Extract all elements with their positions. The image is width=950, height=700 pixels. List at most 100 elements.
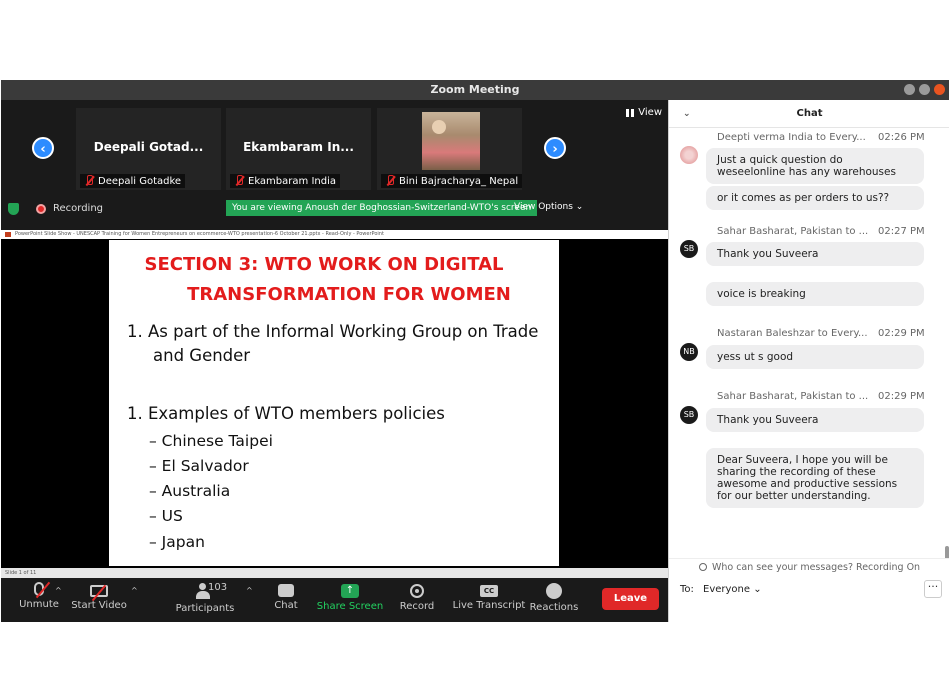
chat-icon: [278, 584, 294, 597]
slide-sub-item: – US: [149, 507, 183, 525]
message-sender: Deepti verma India to Every...: [717, 132, 866, 143]
slide-sub-item: – Australia: [149, 482, 231, 500]
participant-label-text: Bini Bajracharya_ Nepal: [399, 175, 519, 187]
microphone-icon: [34, 581, 51, 599]
slide-bullet: 1. Examples of WTO members policies: [127, 404, 445, 423]
record-label: Record: [399, 601, 435, 612]
message-meta: Sahar Basharat, Pakistan to ... 02:27 PM: [717, 226, 925, 237]
participant-photo: [422, 112, 480, 170]
share-screen-button[interactable]: ↑ Share Screen: [315, 582, 385, 612]
slide: SECTION 3: WTO WORK ON DIGITAL TRANSFORM…: [109, 240, 559, 566]
reactions-label: Reactions: [529, 602, 579, 613]
chat-header: ⌄ Chat: [669, 100, 949, 128]
participants-label: Participants: [175, 603, 235, 614]
window-title: Zoom Meeting: [430, 83, 520, 96]
view-button-label: View: [638, 107, 662, 118]
slide-sub-item: – Japan: [149, 533, 205, 551]
avatar: [680, 146, 698, 164]
message-time: 02:29 PM: [878, 328, 925, 339]
recording-icon: [36, 204, 46, 214]
ppt-titlebar: PowerPoint Slide Show - UNESCAP Training…: [1, 230, 668, 239]
who-can-see-text: Who can see your messages? Recording On: [711, 562, 921, 573]
start-video-label: Start Video: [71, 600, 127, 611]
more-options-button[interactable]: ···: [924, 580, 942, 598]
participants-button[interactable]: 103 Participants: [170, 582, 240, 614]
grid-icon: [626, 108, 635, 117]
chevron-down-icon[interactable]: ⌄: [683, 100, 691, 128]
participant-label-text: Deepali Gotadke: [98, 175, 182, 187]
reactions-button[interactable]: Reactions: [519, 582, 589, 613]
message-bubble: Dear Suveera, I hope you will be sharing…: [706, 448, 924, 508]
shield-icon[interactable]: [8, 203, 19, 215]
slide-sub-item: – Chinese Taipei: [149, 432, 273, 450]
message-bubble: Thank you Suveera: [706, 242, 924, 266]
close-button[interactable]: [934, 84, 945, 95]
chat-scrollbar[interactable]: [945, 546, 949, 558]
participant-label: Bini Bajracharya_ Nepal: [381, 174, 523, 188]
record-button[interactable]: Record: [382, 582, 452, 612]
slide-bullet: 1. As part of the Informal Working Group…: [127, 322, 539, 341]
avatar: SB: [680, 240, 698, 258]
message-bubble: yess ut s good: [706, 345, 924, 369]
participant-name: Ekambaram In...: [243, 140, 354, 154]
participant-label: Ekambaram India: [230, 174, 340, 188]
slide-sub-item: – El Salvador: [149, 457, 249, 475]
ppt-statusbar: Slide 1 of 11: [1, 568, 668, 578]
gallery-next-button[interactable]: ›: [544, 137, 566, 159]
audio-options-caret[interactable]: ^: [55, 586, 62, 595]
start-video-button[interactable]: Start Video: [64, 582, 134, 611]
chat-messages[interactable]: Deepti verma India to Every... 02:26 PM …: [669, 128, 949, 558]
video-tile[interactable]: Ekambaram In... Ekambaram India: [226, 108, 371, 190]
chat-label: Chat: [274, 600, 298, 611]
view-button[interactable]: View: [626, 107, 662, 118]
mic-muted-icon: [234, 175, 244, 187]
slide-bullet-cont: and Gender: [153, 346, 251, 365]
mic-muted-icon: [385, 175, 395, 187]
video-gallery: ‹ Deepali Gotad... Deepali Gotadke Ekamb…: [1, 100, 668, 230]
window-controls: [904, 84, 945, 95]
message-meta: Deepti verma India to Every... 02:26 PM: [717, 132, 925, 143]
message-sender: Sahar Basharat, Pakistan to ...: [717, 226, 869, 237]
message-time: 02:29 PM: [878, 391, 925, 402]
chat-recipient-row: To: Everyone ⌄ ···: [669, 580, 949, 600]
minimize-button[interactable]: [904, 84, 915, 95]
closed-caption-icon: CC: [480, 585, 498, 597]
message-meta: Sahar Basharat, Pakistan to ... 02:29 PM: [717, 391, 925, 402]
leave-button[interactable]: Leave: [602, 588, 659, 610]
message-bubble: voice is breaking: [706, 282, 924, 306]
view-options-button[interactable]: View Options ⌄: [514, 202, 583, 212]
viewing-banner: You are viewing Anoush der Boghossian-Sw…: [226, 200, 538, 216]
share-screen-label: Share Screen: [316, 601, 384, 612]
recipient-select[interactable]: Everyone ⌄: [699, 582, 766, 597]
participant-label-text: Ekambaram India: [248, 175, 336, 187]
slide-title-line1: SECTION 3: WTO WORK ON DIGITAL: [144, 254, 504, 275]
who-can-see-link[interactable]: Who can see your messages? Recording On: [669, 558, 949, 576]
message-meta: Nastaran Baleshzar to Every... 02:29 PM: [717, 328, 925, 339]
avatar: NB: [680, 343, 698, 361]
slide-title: SECTION 3: WTO WORK ON DIGITAL TRANSFORM…: [109, 250, 559, 310]
camera-icon: [90, 584, 108, 602]
chat-button[interactable]: Chat: [251, 582, 321, 611]
chat-panel: ⌄ Chat Deepti verma India to Every... 02…: [668, 100, 949, 622]
video-tile[interactable]: Deepali Gotad... Deepali Gotadke: [76, 108, 221, 190]
record-icon: [410, 584, 424, 598]
shared-screen: PowerPoint Slide Show - UNESCAP Training…: [1, 230, 668, 578]
video-tile[interactable]: Bini Bajracharya_ Nepal: [377, 108, 523, 190]
mic-muted-icon: [84, 175, 94, 187]
gallery-prev-button[interactable]: ‹: [32, 137, 54, 159]
video-options-caret[interactable]: ^: [131, 586, 138, 595]
participant-label: Deepali Gotadke: [80, 174, 186, 188]
message-bubble: Thank you Suveera: [706, 408, 924, 432]
maximize-button[interactable]: [919, 84, 930, 95]
window-titlebar: Zoom Meeting: [1, 80, 949, 100]
recording-label: Recording: [53, 203, 104, 214]
chat-title: Chat: [796, 108, 823, 119]
meeting-toolbar: Unmute ^ Start Video ^ 103 Participants …: [1, 578, 668, 622]
message-time: 02:26 PM: [878, 132, 925, 143]
reactions-icon: [546, 583, 562, 599]
message-bubble: Just a quick question do weseelonline ha…: [706, 148, 924, 184]
to-label: To:: [680, 584, 694, 595]
avatar: SB: [680, 406, 698, 424]
person-icon: [698, 563, 707, 571]
message-sender: Nastaran Baleshzar to Every...: [717, 328, 868, 339]
